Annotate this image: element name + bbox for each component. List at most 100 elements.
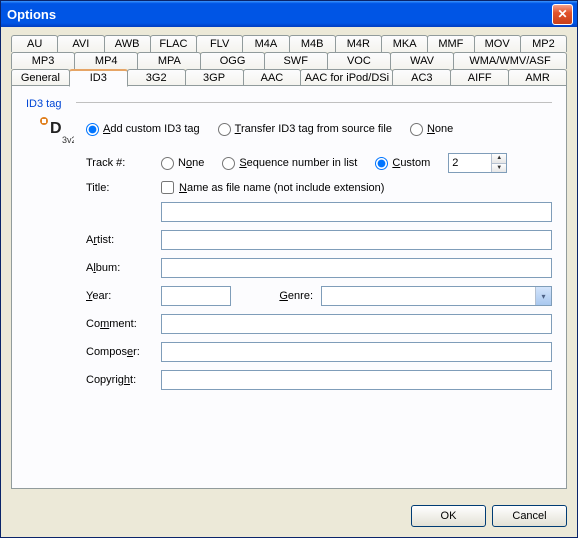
track-label: Track #:	[86, 157, 161, 169]
tab-wav[interactable]: WAV	[390, 52, 454, 69]
spinner-buttons: ▲ ▼	[491, 154, 506, 172]
track-radio-group: None Sequence number in list Custom ▲	[161, 153, 507, 173]
tab-amr[interactable]: AMR	[508, 69, 567, 86]
tab-mp2[interactable]: MP2	[520, 35, 567, 52]
radio-transfer[interactable]: Transfer ID3 tag from source file	[218, 123, 392, 136]
titlebar: Options ✕	[1, 1, 577, 27]
tab-swf[interactable]: SWF	[264, 52, 328, 69]
tab-id3[interactable]: ID3	[69, 69, 128, 87]
composer-input[interactable]	[161, 342, 552, 362]
composer-label: Composer:	[86, 346, 161, 358]
radio-track-custom-input[interactable]	[375, 157, 388, 170]
svg-text:D: D	[50, 120, 62, 137]
copyright-label: Copyright:	[86, 374, 161, 386]
radio-add-custom[interactable]: Add custom ID3 tag	[86, 123, 200, 136]
tab-avi[interactable]: AVI	[57, 35, 104, 52]
album-input[interactable]	[161, 258, 552, 278]
genre-value	[322, 287, 535, 305]
ok-button[interactable]: OK	[411, 505, 486, 527]
title-input-row	[86, 202, 552, 222]
close-icon: ✕	[557, 7, 567, 21]
cancel-button[interactable]: Cancel	[492, 505, 567, 527]
tab-general[interactable]: General	[11, 69, 70, 86]
tab-m4a[interactable]: M4A	[242, 35, 289, 52]
tab-mpa[interactable]: MPA	[137, 52, 201, 69]
tab-au[interactable]: AU	[11, 35, 58, 52]
radio-track-seq[interactable]: Sequence number in list	[222, 157, 357, 170]
tab-flv[interactable]: FLV	[196, 35, 243, 52]
tab-ac3[interactable]: AC3	[392, 69, 451, 86]
section-label: ID3 tag	[26, 98, 552, 110]
window-title: Options	[7, 7, 552, 22]
artist-label: Artist:	[86, 234, 161, 246]
title-filename-checkbox[interactable]: Name as file name (not include extension…	[161, 181, 384, 194]
tab-ogg[interactable]: OGG	[200, 52, 264, 69]
title-filename-input[interactable]	[161, 181, 174, 194]
artist-input[interactable]	[161, 230, 552, 250]
genre-select[interactable]: ▾	[321, 286, 552, 306]
radio-add-input[interactable]	[86, 123, 99, 136]
radio-track-none-input[interactable]	[161, 157, 174, 170]
tab-row-1: AUAVIAWBFLACFLVM4AM4BM4RMKAMMFMOVMP2	[11, 35, 567, 52]
comment-row: Comment:	[86, 314, 552, 334]
mode-radio-group: Add custom ID3 tag Transfer ID3 tag from…	[86, 123, 453, 136]
id3-icon: D 3v2	[38, 113, 74, 145]
radio-none-input[interactable]	[410, 123, 423, 136]
tab-mp4[interactable]: MP4	[74, 52, 138, 69]
radio-none[interactable]: None	[410, 123, 453, 136]
genre-dropdown-button[interactable]: ▾	[535, 287, 551, 305]
tab-awb[interactable]: AWB	[104, 35, 151, 52]
genre-label: Genre:	[231, 290, 321, 302]
tab-mov[interactable]: MOV	[474, 35, 521, 52]
tab-mp3[interactable]: MP3	[11, 52, 75, 69]
chevron-down-icon: ▾	[541, 292, 545, 301]
tab-wma-wmv-asf[interactable]: WMA/WMV/ASF	[453, 52, 567, 69]
copyright-input[interactable]	[161, 370, 552, 390]
track-value-input[interactable]	[449, 154, 491, 172]
tab-mka[interactable]: MKA	[381, 35, 428, 52]
track-spinner[interactable]: ▲ ▼	[448, 153, 507, 173]
tab-aac-for-ipod-dsi[interactable]: AAC for iPod/DSi	[300, 69, 393, 86]
content-area: AUAVIAWBFLACFLVM4AM4BM4RMKAMMFMOVMP2 MP3…	[1, 27, 577, 497]
artist-row: Artist:	[86, 230, 552, 250]
track-row: Track #: None Sequence number in list Cu…	[86, 153, 552, 173]
tab-voc[interactable]: VOC	[327, 52, 391, 69]
comment-label: Comment:	[86, 318, 161, 330]
album-label: Album:	[86, 262, 161, 274]
button-bar: OK Cancel	[1, 497, 577, 537]
tab-row-3: GeneralID33G23GPAACAAC for iPod/DSiAC3AI…	[11, 69, 567, 86]
radio-track-custom[interactable]: Custom	[375, 157, 430, 170]
tab-m4r[interactable]: M4R	[335, 35, 382, 52]
spinner-down[interactable]: ▼	[491, 164, 506, 173]
tab-3gp[interactable]: 3GP	[185, 69, 244, 86]
tab-aiff[interactable]: AIFF	[450, 69, 509, 86]
year-input[interactable]	[161, 286, 231, 306]
svg-text:3v2: 3v2	[62, 135, 74, 145]
mode-row: D 3v2 Add custom ID3 tag Transfer ID3 ta…	[26, 113, 552, 145]
year-label: Year:	[86, 290, 161, 302]
year-genre-row: Year: Genre: ▾	[86, 286, 552, 306]
composer-row: Composer:	[86, 342, 552, 362]
tab-panel-id3: ID3 tag D 3v2 Ad	[11, 85, 567, 489]
radio-transfer-input[interactable]	[218, 123, 231, 136]
divider	[76, 102, 552, 103]
tab-mmf[interactable]: MMF	[427, 35, 474, 52]
tab-flac[interactable]: FLAC	[150, 35, 197, 52]
copyright-row: Copyright:	[86, 370, 552, 390]
tab-3g2[interactable]: 3G2	[127, 69, 186, 86]
radio-track-none[interactable]: None	[161, 157, 204, 170]
radio-track-seq-input[interactable]	[222, 157, 235, 170]
album-row: Album:	[86, 258, 552, 278]
tab-row-2: MP3MP4MPAOGGSWFVOCWAVWMA/WMV/ASF	[11, 52, 567, 69]
comment-input[interactable]	[161, 314, 552, 334]
spinner-up[interactable]: ▲	[491, 154, 506, 164]
title-check-row: Title: Name as file name (not include ex…	[86, 181, 552, 194]
title-label: Title:	[86, 182, 161, 194]
tab-m4b[interactable]: M4B	[289, 35, 336, 52]
tab-strip: AUAVIAWBFLACFLVM4AM4BM4RMKAMMFMOVMP2 MP3…	[11, 35, 567, 86]
tab-aac[interactable]: AAC	[243, 69, 302, 86]
id3-icon-cell: D 3v2	[26, 113, 86, 145]
title-input[interactable]	[161, 202, 552, 222]
close-button[interactable]: ✕	[552, 4, 573, 25]
options-dialog: Options ✕ AUAVIAWBFLACFLVM4AM4BM4RMKAMMF…	[0, 0, 578, 538]
